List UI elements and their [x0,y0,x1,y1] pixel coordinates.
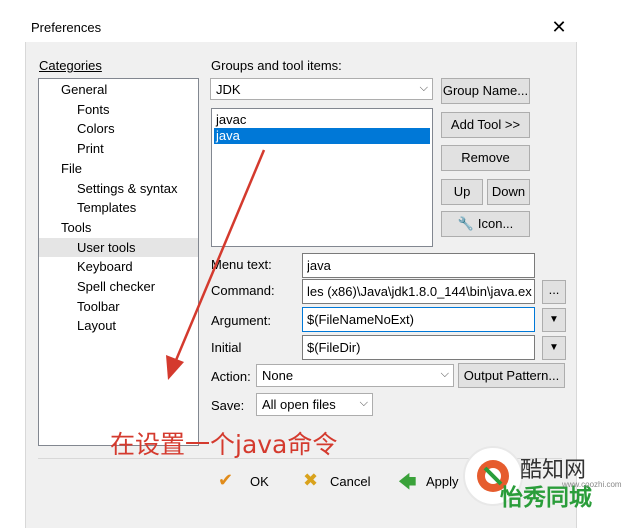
wrench-icon: 🔧 [457,216,474,231]
category-item[interactable]: Fonts [77,100,110,119]
category-item[interactable]: Colors [77,119,115,138]
menu-text-value: java [307,258,331,273]
window-title: Preferences [31,20,102,35]
category-item[interactable]: Spell checker [77,277,155,296]
close-icon[interactable]: ✕ [549,17,569,37]
cross-icon: ✖ [303,470,319,490]
arrow-shaft [172,149,266,366]
checkmark-icon: ✔ [218,470,234,490]
save-label: Save: [211,398,245,413]
save-select-value: All open files [262,397,336,412]
categories-label-text: Categories [39,58,102,73]
apply-button-label: Apply [426,474,459,489]
menu-text-field[interactable]: java [302,253,535,278]
command-field[interactable]: les (x86)\Java\jdk1.8.0_144\bin\java.exe [302,279,535,304]
icon-button[interactable]: 🔧 Icon... [441,211,530,237]
down-button[interactable]: Down [487,179,530,205]
apply-button[interactable]: 🡄 Apply [398,470,468,494]
command-value: les (x86)\Java\jdk1.8.0_144\bin\java.exe [307,284,532,299]
initial-dropdown-button[interactable]: ▼ [542,336,566,360]
category-item[interactable]: Templates [77,198,136,217]
categories-label: Categories [39,58,102,73]
category-item[interactable]: Keyboard [77,257,133,276]
argument-field[interactable]: $(FileNameNoExt) [302,307,535,332]
cancel-button[interactable]: ✖ Cancel [303,470,383,494]
chevron-down-icon: ⌵ [419,82,428,94]
add-tool-button[interactable]: Add Tool >> [441,112,530,138]
chevron-down-icon: ⌵ [440,368,449,380]
ok-button[interactable]: ✔ OK [218,470,288,494]
output-pattern-button[interactable]: Output Pattern... [458,363,565,388]
group-name-button[interactable]: Group Name... [441,78,530,104]
category-item[interactable]: Tools [61,218,91,237]
triangle-down-icon: ▼ [549,342,559,353]
argument-value: $(FileNameNoExt) [307,312,414,327]
initial-value: $(FileDir) [307,340,361,355]
groups-label: Groups and tool items: [211,58,342,73]
annotation-text: 在设置一个java命令 [110,430,338,459]
category-item[interactable]: Print [77,139,104,158]
browse-button[interactable]: ... [542,280,566,304]
icon-button-label: Icon... [477,216,514,231]
chevron-down-icon: ⌵ [359,397,368,409]
category-item[interactable]: File [61,159,82,178]
action-select[interactable]: None ⌵ [256,364,454,387]
category-item[interactable]: Toolbar [77,297,120,316]
arrow-head [166,355,184,380]
argument-dropdown-button[interactable]: ▼ [542,308,566,332]
initial-field[interactable]: $(FileDir) [302,335,535,360]
watermark-url: www.coozhi.com [562,480,622,489]
group-select[interactable]: JDK ⌵ [210,78,433,100]
save-select[interactable]: All open files ⌵ [256,393,373,416]
category-item[interactable]: Layout [77,316,116,335]
tool-item[interactable]: javac [214,112,430,128]
remove-button[interactable]: Remove [441,145,530,171]
annotation-arrow [166,149,266,380]
left-arrow-icon: 🡄 [398,472,417,492]
triangle-down-icon: ▼ [549,314,559,325]
up-button[interactable]: Up [441,179,483,205]
cancel-button-label: Cancel [330,474,371,489]
ok-button-label: OK [250,474,269,489]
group-select-value: JDK [216,82,241,97]
category-item[interactable]: General [61,80,107,99]
